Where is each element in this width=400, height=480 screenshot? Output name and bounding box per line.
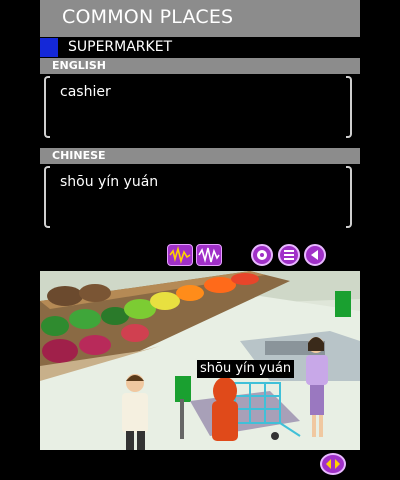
english-word: cashier <box>60 84 111 100</box>
back-icon <box>311 250 318 260</box>
record-wave-button[interactable] <box>196 244 222 266</box>
category-label-bar: SUPERMARKET <box>60 38 360 57</box>
menu-icon <box>284 250 294 260</box>
record-wave-icon <box>198 247 220 264</box>
back-button[interactable] <box>304 244 326 266</box>
english-section-header: ENGLISH <box>40 58 360 74</box>
page-title: COMMON PLACES <box>62 6 234 28</box>
english-header-label: ENGLISH <box>52 59 106 72</box>
chinese-pinyin: shōu yín yuán <box>60 174 159 190</box>
audio-wave-icon <box>169 245 191 264</box>
right-bracket <box>346 76 352 138</box>
app-window: COMMON PLACES SUPERMARKET ENGLISH cashie… <box>40 0 360 480</box>
settings-icon <box>257 250 267 260</box>
menu-button[interactable] <box>278 244 300 266</box>
settings-button[interactable] <box>251 244 273 266</box>
prev-next-button[interactable] <box>320 453 346 475</box>
left-bracket <box>44 76 50 138</box>
title-bar: COMMON PLACES <box>40 0 360 37</box>
left-bracket <box>44 166 50 228</box>
audio-wave-button[interactable] <box>167 244 193 266</box>
chinese-text-box: shōu yín yuán <box>44 166 352 228</box>
scene-caption: shōu yín yuán <box>197 360 295 378</box>
english-text-box: cashier <box>44 76 352 138</box>
category-label: SUPERMARKET <box>68 39 173 55</box>
right-bracket <box>346 166 352 228</box>
prev-next-icon <box>326 459 340 469</box>
chinese-header-label: CHINESE <box>52 149 106 162</box>
bottom-bar <box>40 450 360 480</box>
category-color-square <box>40 38 58 57</box>
chinese-section-header: CHINESE <box>40 148 360 164</box>
